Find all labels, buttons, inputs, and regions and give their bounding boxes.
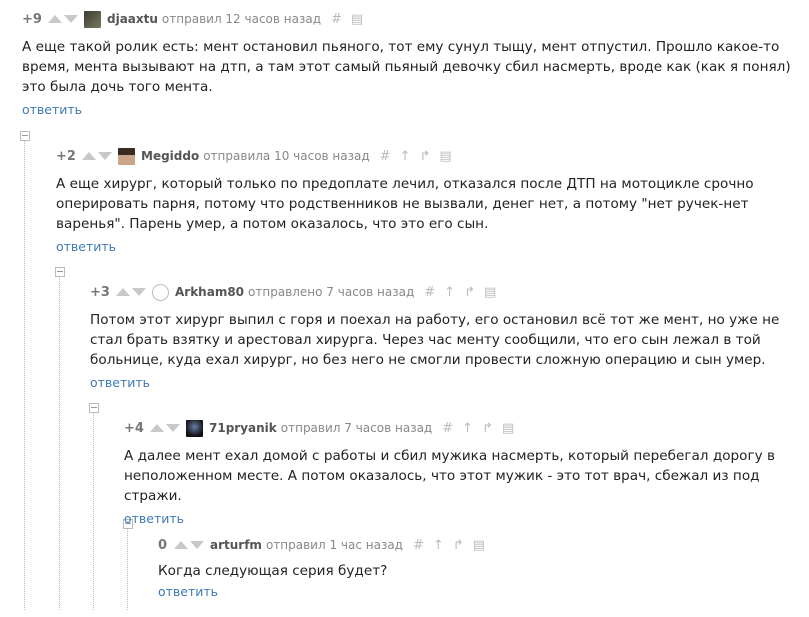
comment-timestamp: отправила 10 часов назад <box>203 149 370 163</box>
branch-icon[interactable]: ↱ <box>482 421 493 436</box>
vote-up-icon[interactable] <box>150 424 164 432</box>
author-name[interactable]: arturfm <box>210 538 262 552</box>
save-icon[interactable]: ▤ <box>484 285 496 300</box>
save-icon[interactable]: ▤ <box>351 12 363 27</box>
reply-link[interactable]: ответить <box>90 375 150 390</box>
comment-rating: +3 <box>90 284 110 300</box>
reply-link[interactable]: ответить <box>158 584 218 599</box>
author-name[interactable]: Arkham80 <box>175 285 244 299</box>
comment-rating: +2 <box>56 148 76 164</box>
collapse-toggle[interactable] <box>55 267 65 277</box>
link-icon[interactable]: # <box>442 421 453 436</box>
comment-timestamp: отправлено 7 часов назад <box>248 285 415 299</box>
collapse-toggle[interactable] <box>89 403 99 413</box>
vote-up-icon[interactable] <box>174 541 188 549</box>
comment-rating: +9 <box>22 11 42 27</box>
save-icon[interactable]: ▤ <box>473 538 485 553</box>
thread-line <box>24 140 25 610</box>
comment-header: 0 arturfm отправил 1 час назад # ↑ ↱ ▤ <box>158 535 778 555</box>
comment-text: Когда следующая серия будет? <box>158 563 388 579</box>
vote-down-icon[interactable] <box>64 15 78 23</box>
link-icon[interactable]: # <box>424 285 435 300</box>
author-name[interactable]: Megiddo <box>141 149 199 163</box>
link-icon[interactable]: # <box>380 149 391 164</box>
comment-header: +2 Megiddo отправила 10 часов назад # ↑ … <box>56 146 796 166</box>
comment-header: +3 Arkham80 отправлено 7 часов назад # ↑… <box>90 282 790 302</box>
vote-up-icon[interactable] <box>82 152 96 160</box>
comment: +2 Megiddo отправила 10 часов назад # ↑ … <box>56 146 796 255</box>
branch-icon[interactable]: ↱ <box>464 285 475 300</box>
comment-text: А еще такой ролик есть: мент остановил п… <box>22 39 791 95</box>
link-icon[interactable]: # <box>331 12 342 27</box>
comment-text: Потом этот хирург выпил с горя и поехал … <box>90 312 780 368</box>
save-icon[interactable]: ▤ <box>502 421 514 436</box>
vote-up-icon[interactable] <box>116 288 130 296</box>
avatar[interactable] <box>186 419 203 437</box>
save-icon[interactable]: ▤ <box>439 149 451 164</box>
reply-link[interactable]: ответить <box>56 239 116 254</box>
avatar[interactable] <box>84 10 101 28</box>
arrow-up-icon[interactable]: ↑ <box>433 538 444 553</box>
thread-line <box>59 276 60 610</box>
comment-timestamp: отправил 12 часов назад <box>161 12 322 26</box>
arrow-up-icon[interactable]: ↑ <box>400 149 411 164</box>
arrow-up-icon[interactable]: ↑ <box>444 285 455 300</box>
avatar[interactable] <box>152 283 169 301</box>
branch-icon[interactable]: ↱ <box>453 538 464 553</box>
link-icon[interactable]: # <box>413 538 424 553</box>
comment-rating: 0 <box>158 537 168 553</box>
comment: 0 arturfm отправил 1 час назад # ↑ ↱ ▤ К… <box>158 535 778 600</box>
author-name[interactable]: djaaxtu <box>107 12 158 26</box>
comment: +4 71pryanik отправил 7 часов назад # ↑ … <box>124 418 784 527</box>
vote-down-icon[interactable] <box>166 424 180 432</box>
vote-down-icon[interactable] <box>190 541 204 549</box>
vote-up-icon[interactable] <box>48 15 62 23</box>
comment: +9 djaaxtu отправил 12 часов назад # ▤ А… <box>22 9 797 118</box>
comment-text: А далее мент ехал домой с работы и сбил … <box>124 448 775 504</box>
comment-header: +9 djaaxtu отправил 12 часов назад # ▤ <box>22 9 797 29</box>
comment-rating: +4 <box>124 420 144 436</box>
vote-down-icon[interactable] <box>98 152 112 160</box>
comment-timestamp: отправил 1 час назад <box>265 538 403 552</box>
branch-icon[interactable]: ↱ <box>419 149 430 164</box>
reply-link[interactable]: ответить <box>22 102 82 117</box>
collapse-toggle[interactable] <box>20 131 30 141</box>
arrow-up-icon[interactable]: ↑ <box>462 421 473 436</box>
comment: +3 Arkham80 отправлено 7 часов назад # ↑… <box>90 282 790 391</box>
comment-timestamp: отправил 7 часов назад <box>280 421 433 435</box>
avatar[interactable] <box>118 147 135 165</box>
reply-link[interactable]: ответить <box>124 511 184 526</box>
thread-line <box>93 412 94 610</box>
thread-line <box>127 528 128 610</box>
comment-text: А еще хирург, который только по предопла… <box>56 176 754 232</box>
author-name[interactable]: 71pryanik <box>209 421 277 435</box>
comment-header: +4 71pryanik отправил 7 часов назад # ↑ … <box>124 418 784 438</box>
vote-down-icon[interactable] <box>132 288 146 296</box>
